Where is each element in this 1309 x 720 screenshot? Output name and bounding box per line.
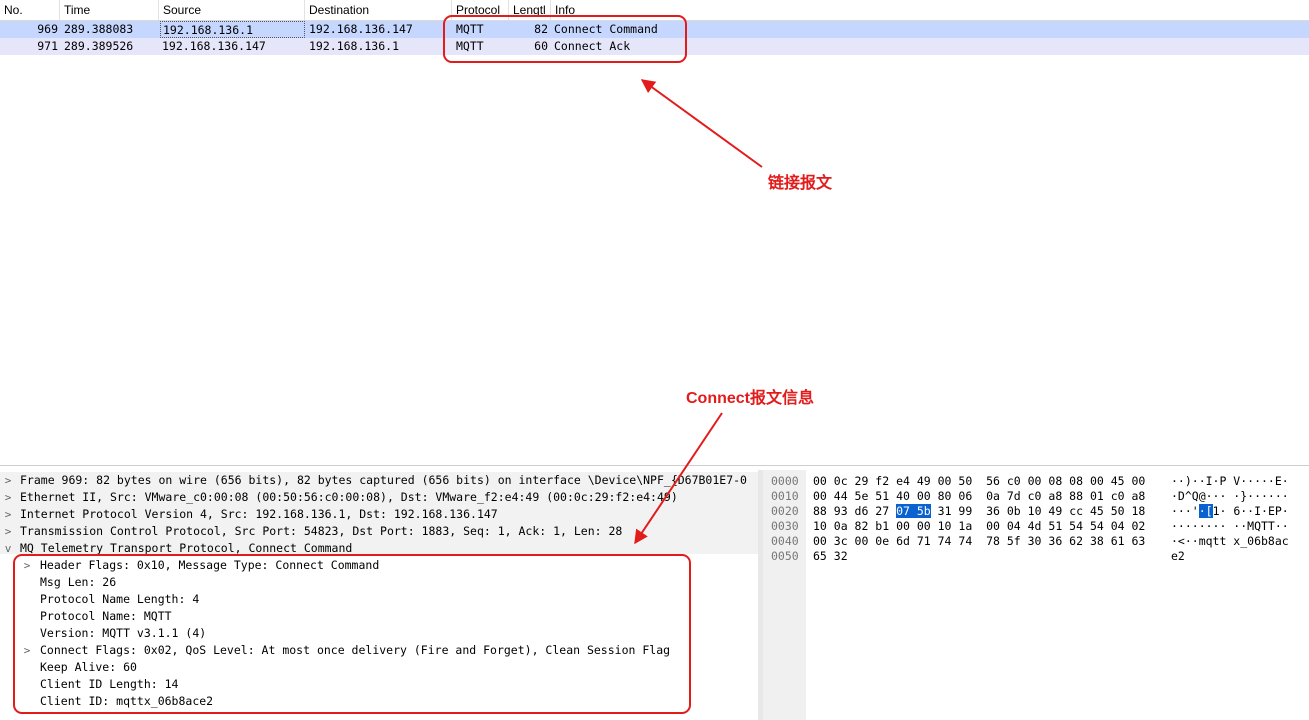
annotation-label-packets: 链接报文 (768, 175, 833, 192)
arrow-to-details-icon (634, 412, 723, 545)
arrow-to-packets-icon (640, 79, 763, 168)
annotation-arrows (634, 79, 763, 545)
annotation-label-details: Connect报文信息 (686, 390, 815, 407)
